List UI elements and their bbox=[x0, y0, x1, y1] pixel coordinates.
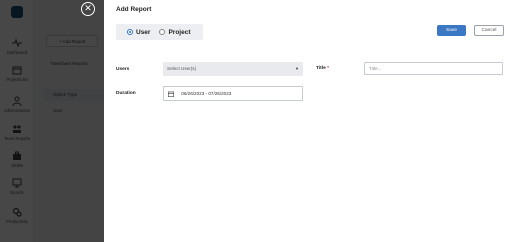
radio-label: Project bbox=[168, 28, 191, 36]
radio-user[interactable]: User bbox=[127, 29, 150, 36]
duration-value: 06/26/2023 - 07/26/2023 bbox=[181, 91, 232, 96]
duration-label: Duration bbox=[116, 91, 136, 96]
users-label: Users bbox=[116, 67, 130, 72]
users-select[interactable]: Select User(s) ▼ bbox=[163, 62, 303, 76]
title-label-text: Title bbox=[316, 66, 326, 71]
close-icon: ✕ bbox=[84, 3, 92, 13]
report-type-toggle: User Project bbox=[116, 24, 203, 40]
radio-project[interactable]: Project bbox=[159, 28, 191, 36]
duration-date-range-input[interactable]: 06/26/2023 - 07/26/2023 bbox=[163, 86, 303, 101]
required-mark: * bbox=[327, 66, 329, 71]
radio-dot bbox=[127, 29, 133, 35]
users-select-placeholder: Select User(s) bbox=[167, 66, 197, 71]
modal-backdrop[interactable] bbox=[0, 0, 104, 242]
add-report-drawer: Add Report User Project Save Cancel User… bbox=[104, 0, 512, 242]
title-label: Title * bbox=[316, 66, 329, 71]
drawer-title: Add Report bbox=[116, 6, 152, 13]
title-input[interactable]: Title... bbox=[364, 62, 503, 75]
close-drawer-button[interactable]: ✕ bbox=[81, 2, 95, 16]
save-button[interactable]: Save bbox=[437, 25, 466, 36]
title-input-placeholder: Title... bbox=[369, 66, 382, 71]
cancel-button[interactable]: Cancel bbox=[474, 25, 504, 36]
chevron-down-icon: ▼ bbox=[295, 66, 299, 71]
calendar-icon bbox=[168, 91, 174, 97]
radio-dot bbox=[159, 29, 166, 35]
radio-label: User bbox=[136, 28, 151, 36]
